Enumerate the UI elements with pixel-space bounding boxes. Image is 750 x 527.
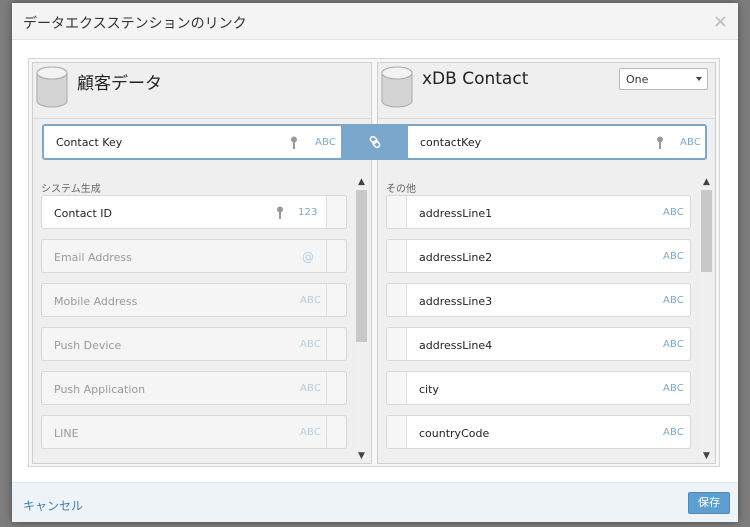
left-field-list: Contact ID 123 Email Address @ Mobile Ad… <box>41 195 347 460</box>
type-tag: ABC <box>663 207 685 218</box>
link-field-name: Contact Key <box>56 136 123 149</box>
dialog-content: 顧客データ システム生成 Contact ID 123 Email Addres… <box>28 58 720 467</box>
scroll-up-icon[interactable]: ▲ <box>355 176 368 188</box>
field-name: Push Application <box>54 383 146 396</box>
section-label-system: システム生成 <box>41 184 101 195</box>
right-link-field[interactable]: contactKey ABC <box>408 126 705 158</box>
link-icon <box>369 135 381 149</box>
type-tag: ABC <box>315 137 337 148</box>
field-row: Push Device ABC <box>41 327 347 361</box>
scroll-down-icon[interactable]: ▼ <box>700 450 713 462</box>
scroll-up-icon[interactable]: ▲ <box>700 176 713 188</box>
left-panel: 顧客データ システム生成 Contact ID 123 Email Addres… <box>32 62 372 464</box>
dialog-title: データエクスステンションのリンク <box>23 16 247 32</box>
type-tag: ABC <box>300 427 322 438</box>
drag-handle[interactable] <box>387 284 407 316</box>
field-name: city <box>419 383 439 396</box>
drag-handle <box>326 372 346 404</box>
database-icon <box>36 66 68 108</box>
field-row: Email Address @ <box>41 239 347 273</box>
field-row[interactable]: addressLine3 ABC <box>386 283 691 317</box>
left-panel-title: 顧客データ <box>77 74 162 94</box>
key-icon <box>291 136 297 149</box>
field-name: addressLine2 <box>419 251 493 264</box>
field-row: Push Application ABC <box>41 371 347 405</box>
field-row[interactable]: addressLine2 ABC <box>386 239 691 273</box>
link-connector[interactable] <box>341 124 408 160</box>
type-tag: ABC <box>663 295 685 306</box>
type-tag: ABC <box>663 339 685 350</box>
field-row[interactable]: city ABC <box>386 371 691 405</box>
field-row[interactable]: addressLine4 ABC <box>386 327 691 361</box>
field-name: LINE <box>54 427 79 440</box>
field-row: Mobile Address ABC <box>41 283 347 317</box>
drag-handle <box>326 284 346 316</box>
field-name: countryCode <box>419 427 490 440</box>
cardinality-select[interactable]: One <box>619 68 708 90</box>
field-row[interactable]: Contact ID 123 <box>41 195 347 229</box>
type-tag: ABC <box>680 137 702 148</box>
section-label-other: その他 <box>386 184 416 195</box>
left-link-field[interactable]: Contact Key ABC <box>44 126 341 158</box>
scroll-down-icon[interactable]: ▼ <box>355 450 368 462</box>
left-scrollbar[interactable]: ▲ ▼ <box>355 176 368 462</box>
drag-handle[interactable] <box>387 328 407 360</box>
drag-handle[interactable] <box>387 372 407 404</box>
key-icon <box>277 206 283 219</box>
right-panel-header: xDB Contact One <box>378 63 715 119</box>
at-sign-icon: @ <box>302 250 315 264</box>
type-tag: ABC <box>663 427 685 438</box>
type-tag: 123 <box>298 207 318 218</box>
scroll-thumb[interactable] <box>356 190 367 342</box>
field-row[interactable]: addressLine1 ABC <box>386 195 691 229</box>
right-panel: xDB Contact One その他 addressLine1 ABC add… <box>377 62 716 464</box>
cancel-button[interactable]: キャンセル <box>23 497 83 514</box>
close-icon[interactable]: × <box>713 13 728 31</box>
field-name: addressLine4 <box>419 339 493 352</box>
left-panel-header: 顧客データ <box>33 63 371 119</box>
drag-handle[interactable] <box>387 240 407 272</box>
field-name: addressLine3 <box>419 295 493 308</box>
drag-handle <box>326 240 346 272</box>
link-field-name: contactKey <box>420 136 482 149</box>
field-row: LINE ABC <box>41 415 347 449</box>
type-tag: ABC <box>300 383 322 394</box>
type-tag: ABC <box>663 383 685 394</box>
database-icon <box>381 66 413 108</box>
chevron-down-icon <box>696 77 702 81</box>
type-tag: ABC <box>300 339 322 350</box>
scroll-thumb[interactable] <box>701 190 712 272</box>
dialog-footer: キャンセル 保存 <box>12 482 738 522</box>
field-name: Mobile Address <box>54 295 138 308</box>
field-name: Email Address <box>54 251 132 264</box>
drag-handle[interactable] <box>326 196 346 228</box>
field-name: Push Device <box>54 339 122 352</box>
drag-handle <box>326 416 346 448</box>
drag-handle[interactable] <box>387 196 407 228</box>
save-button[interactable]: 保存 <box>688 492 730 514</box>
key-icon <box>657 136 663 149</box>
right-panel-title: xDB Contact <box>422 69 529 89</box>
type-tag: ABC <box>300 295 322 306</box>
type-tag: ABC <box>663 251 685 262</box>
field-name: addressLine1 <box>419 207 493 220</box>
dialog-header: データエクスステンションのリンク × <box>12 3 738 40</box>
select-value: One <box>626 73 649 86</box>
field-name: Contact ID <box>54 207 113 220</box>
right-scrollbar[interactable]: ▲ ▼ <box>700 176 713 462</box>
field-row[interactable]: countryCode ABC <box>386 415 691 449</box>
drag-handle <box>326 328 346 360</box>
drag-handle[interactable] <box>387 416 407 448</box>
link-data-extension-dialog: データエクスステンションのリンク × 顧客データ システム生成 Contact … <box>12 3 738 522</box>
key-link-row[interactable]: Contact Key ABC contactKey ABC <box>42 124 707 160</box>
right-field-list: addressLine1 ABC addressLine2 ABC addres… <box>386 195 691 460</box>
